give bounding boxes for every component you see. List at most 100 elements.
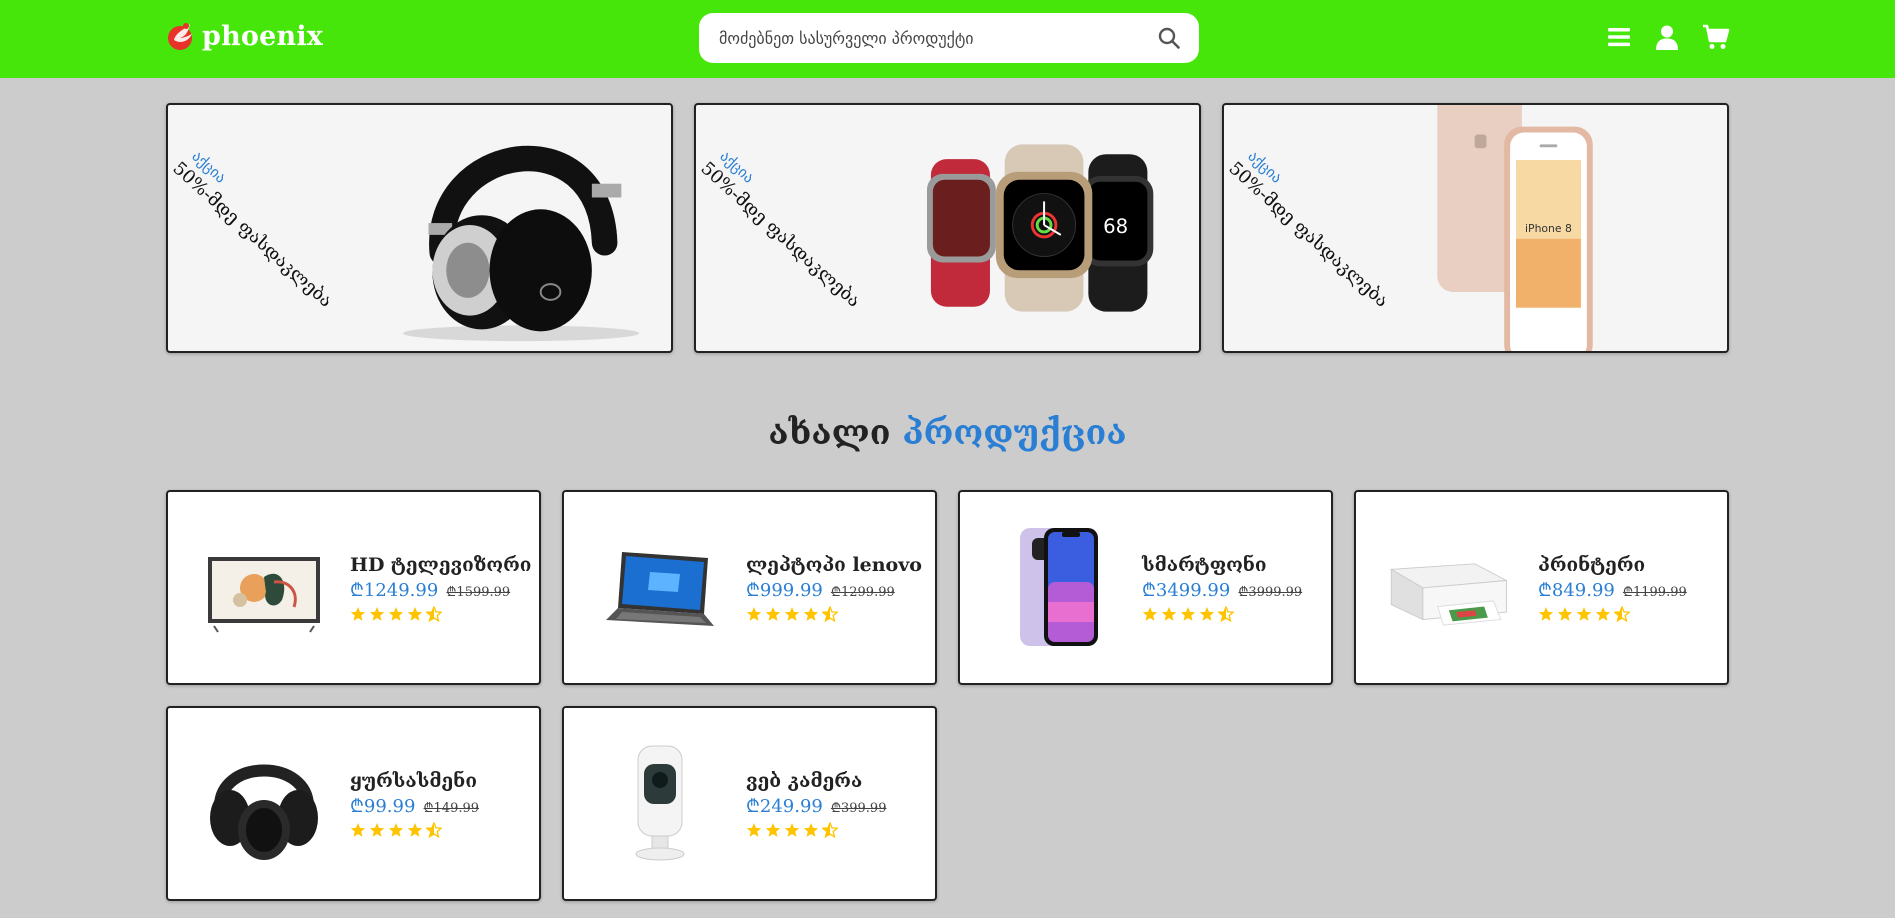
star-icon xyxy=(803,607,819,621)
product-old-price: ₾1299.99 xyxy=(830,585,895,600)
product-card-tv[interactable]: HD ტელევიზორი ₾1249.99 ₾1599.99 xyxy=(166,490,541,685)
star-icon xyxy=(1576,607,1592,621)
product-image xyxy=(204,522,324,652)
price-row: ₾999.99 ₾1299.99 xyxy=(746,578,922,602)
star-icon xyxy=(746,823,762,837)
product-card-webcam[interactable]: ვებ კამერა ₾249.99 ₾399.99 xyxy=(562,706,937,901)
phoenix-logo-icon xyxy=(168,23,192,50)
star-icon xyxy=(388,607,404,621)
printer-image xyxy=(1389,563,1509,626)
product-price: ₾249.99 xyxy=(746,796,823,817)
price-row: ₾249.99 ₾399.99 xyxy=(746,794,886,818)
star-icon xyxy=(1557,607,1573,621)
star-icon xyxy=(1180,607,1196,621)
product-info: პრინტერი ₾849.99 ₾1199.99 xyxy=(1538,554,1687,622)
star-icon xyxy=(350,607,366,621)
star-icon xyxy=(765,823,781,837)
product-info: ყურსასმენი ₾99.99 ₾149.99 xyxy=(350,770,479,838)
logo[interactable]: phoenix xyxy=(166,20,323,52)
product-price: ₾1249.99 xyxy=(350,580,439,601)
product-name: სმარტფონი xyxy=(1142,554,1267,576)
star-half-icon xyxy=(426,606,442,622)
star-icon xyxy=(407,823,423,837)
product-info: HD ტელევიზორი ₾1249.99 ₾1599.99 xyxy=(350,554,531,622)
star-icon xyxy=(1595,607,1611,621)
header-icons xyxy=(1606,24,1730,50)
price-row: ₾1249.99 ₾1599.99 xyxy=(350,578,531,602)
menu-icon[interactable] xyxy=(1606,24,1632,50)
promo-text: 50%-მდე ფასდაკლება xyxy=(1224,157,1393,312)
product-price: ₾999.99 xyxy=(746,580,823,601)
promo-label: აქცია 50%-მდე ფასდაკლება xyxy=(697,143,878,312)
price-row: ₾849.99 ₾1199.99 xyxy=(1538,578,1687,602)
rating-stars xyxy=(350,606,531,622)
headphones-image xyxy=(210,764,318,860)
star-half-icon xyxy=(426,822,442,838)
star-icon xyxy=(1161,607,1177,621)
tv-image xyxy=(208,557,320,633)
promo-banner-headphones[interactable]: აქცია 50%-მდე ფასდაკლება xyxy=(166,103,673,353)
section-title-plain: ახალი xyxy=(768,413,891,453)
search-input[interactable] xyxy=(719,28,1157,48)
search-icon[interactable] xyxy=(1157,26,1181,50)
product-name: ვებ კამერა xyxy=(746,770,863,792)
product-image xyxy=(1389,522,1512,652)
star-icon xyxy=(1142,607,1158,621)
product-name: პრინტერი xyxy=(1538,554,1646,576)
product-old-price: ₾3999.99 xyxy=(1238,585,1303,600)
promo-banner-iphone[interactable]: აქცია 50%-მდე ფასდაკლება iPhone 8 xyxy=(1222,103,1729,353)
product-info: ლეპტოპი lenovo ₾999.99 ₾1299.99 xyxy=(746,554,922,622)
promo-tag: აქცია xyxy=(188,147,230,187)
star-half-icon xyxy=(1614,606,1630,622)
product-name: ლეპტოპი lenovo xyxy=(746,554,922,576)
product-image xyxy=(600,522,720,652)
search-bar xyxy=(699,13,1199,63)
site-header: phoenix xyxy=(0,0,1895,78)
star-icon xyxy=(803,823,819,837)
product-card-printer[interactable]: პრინტერი ₾849.99 ₾1199.99 xyxy=(1354,490,1729,685)
product-old-price: ₾1199.99 xyxy=(1622,585,1687,600)
svg-text:68: 68 xyxy=(1103,215,1128,238)
device-label: iPhone 8 xyxy=(1525,222,1572,235)
section-title-accent: პროდუქცია xyxy=(902,413,1127,453)
product-info: ვებ კამერა ₾249.99 ₾399.99 xyxy=(746,770,886,838)
product-old-price: ₾1599.99 xyxy=(446,585,511,600)
cart-icon[interactable] xyxy=(1702,24,1730,50)
star-half-icon xyxy=(822,822,838,838)
star-icon xyxy=(1538,607,1554,621)
promo-tag: აქცია xyxy=(1244,147,1286,187)
star-icon xyxy=(765,607,781,621)
star-icon xyxy=(369,823,385,837)
product-image xyxy=(600,738,720,868)
product-image xyxy=(204,738,324,868)
smartphone-image xyxy=(1020,528,1098,646)
rating-stars xyxy=(746,822,886,838)
laptop-image xyxy=(606,552,714,626)
product-price: ₾3499.99 xyxy=(1142,580,1231,601)
product-price: ₾99.99 xyxy=(350,796,416,817)
product-grid: HD ტელევიზორი ₾1249.99 ₾1599.99 ლეპტოპი … xyxy=(166,490,1729,901)
star-half-icon xyxy=(822,606,838,622)
promo-label: აქცია 50%-მდე ფასდაკლება xyxy=(1225,143,1406,312)
logo-text: phoenix xyxy=(202,20,324,52)
user-icon[interactable] xyxy=(1654,24,1680,50)
rating-stars xyxy=(350,822,479,838)
product-card-smartphone[interactable]: სმარტფონი ₾3499.99 ₾3999.99 xyxy=(958,490,1333,685)
product-name: HD ტელევიზორი xyxy=(350,554,532,576)
product-card-headphones[interactable]: ყურსასმენი ₾99.99 ₾149.99 xyxy=(166,706,541,901)
product-old-price: ₾399.99 xyxy=(830,801,887,816)
rating-stars xyxy=(746,606,922,622)
product-image xyxy=(996,522,1116,652)
star-icon xyxy=(784,607,800,621)
webcam-image xyxy=(635,745,685,861)
star-icon xyxy=(350,823,366,837)
promo-tag: აქცია xyxy=(716,147,758,187)
promo-label: აქცია 50%-მდე ფასდაკლება xyxy=(169,143,350,312)
promo-banner-watches[interactable]: აქცია 50%-მდე ფასდაკლება 68 xyxy=(694,103,1201,353)
rating-stars xyxy=(1142,606,1302,622)
star-icon xyxy=(369,607,385,621)
star-icon xyxy=(407,607,423,621)
promo-banners: აქცია 50%-მდე ფასდაკლება აქცია 50%-მდე ფ… xyxy=(166,103,1729,353)
star-icon xyxy=(388,823,404,837)
product-card-laptop[interactable]: ლეპტოპი lenovo ₾999.99 ₾1299.99 xyxy=(562,490,937,685)
